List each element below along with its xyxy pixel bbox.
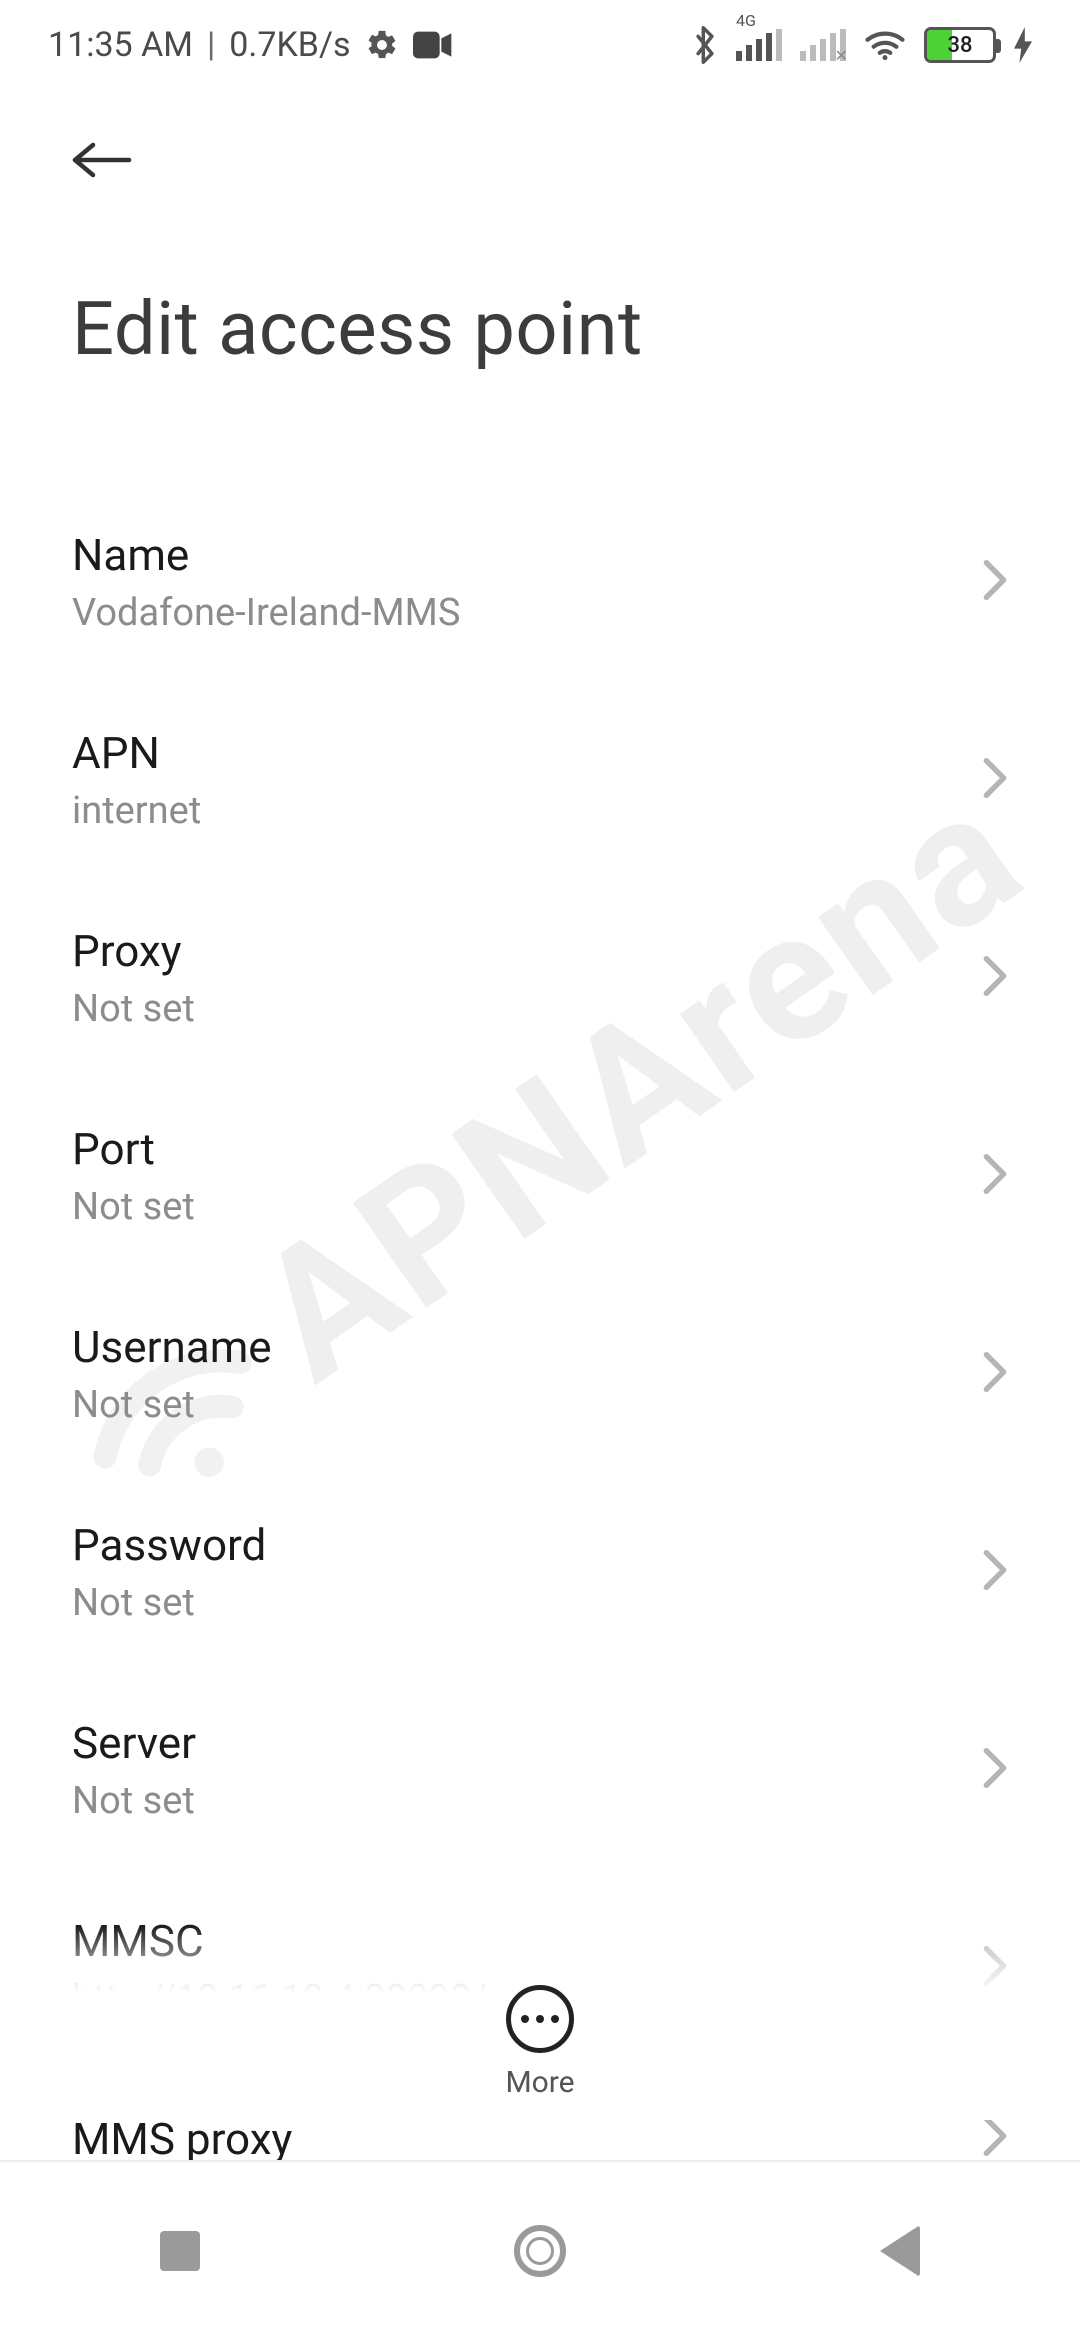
status-data-rate: 0.7KB/s xyxy=(229,25,350,65)
wifi-icon xyxy=(864,28,906,62)
signal-secondary: ✕ xyxy=(800,29,846,61)
signal-primary: 4G xyxy=(736,29,782,61)
status-separator: | xyxy=(207,25,215,65)
setting-label: Proxy xyxy=(72,925,1008,977)
system-nav-bar xyxy=(0,2160,1080,2340)
setting-label: Name xyxy=(72,529,1008,581)
signal-disabled-x-icon: ✕ xyxy=(835,46,848,65)
setting-label: Port xyxy=(72,1123,1008,1175)
battery-percent-text: 38 xyxy=(927,33,993,58)
page-title: Edit access point xyxy=(72,286,1008,373)
setting-port[interactable]: Port Not set xyxy=(72,1077,1008,1275)
setting-value: internet xyxy=(72,789,1008,833)
chevron-right-icon xyxy=(982,954,1008,1002)
more-button[interactable] xyxy=(506,1985,574,2053)
back-button[interactable] xyxy=(72,130,132,190)
setting-label: MMS proxy xyxy=(72,2113,1008,2165)
more-dots-icon xyxy=(521,2015,559,2023)
status-bar: 11:35 AM | 0.7KB/s 4G ✕ xyxy=(0,0,1080,90)
bluetooth-icon xyxy=(692,26,718,64)
chevron-right-icon xyxy=(982,1152,1008,1200)
more-label: More xyxy=(505,2065,574,2100)
chevron-right-icon xyxy=(982,558,1008,606)
setting-label: APN xyxy=(72,727,1008,779)
camera-icon xyxy=(413,31,453,59)
triangle-left-icon xyxy=(880,2225,920,2277)
setting-apn[interactable]: APN internet xyxy=(72,681,1008,879)
setting-value: Not set xyxy=(72,1581,1008,1625)
setting-value: Not set xyxy=(72,987,1008,1031)
chevron-right-icon xyxy=(982,2114,1008,2162)
nav-recent-apps-button[interactable] xyxy=(150,2221,210,2281)
chevron-right-icon xyxy=(982,1746,1008,1794)
setting-password[interactable]: Password Not set xyxy=(72,1473,1008,1671)
setting-value: Not set xyxy=(72,1779,1008,1823)
setting-label: Password xyxy=(72,1519,1008,1571)
chevron-right-icon xyxy=(982,756,1008,804)
setting-name[interactable]: Name Vodafone-Ireland-MMS xyxy=(72,483,1008,681)
setting-label: Server xyxy=(72,1717,1008,1769)
setting-value: Not set xyxy=(72,1383,1008,1427)
setting-proxy[interactable]: Proxy Not set xyxy=(72,879,1008,1077)
setting-value: Vodafone-Ireland-MMS xyxy=(72,591,1008,635)
signal-4g-label: 4G xyxy=(736,11,756,30)
battery-indicator: 38 xyxy=(924,27,996,63)
status-time: 11:35 AM xyxy=(48,25,193,65)
square-icon xyxy=(160,2231,200,2271)
chevron-right-icon xyxy=(982,1548,1008,1596)
charging-bolt-icon xyxy=(1014,27,1032,63)
circle-icon xyxy=(514,2225,566,2277)
arrow-left-icon xyxy=(72,138,132,182)
setting-server[interactable]: Server Not set xyxy=(72,1671,1008,1869)
settings-gear-icon xyxy=(365,28,399,62)
chevron-right-icon xyxy=(982,1350,1008,1398)
more-button-area: More xyxy=(0,1925,1080,2120)
setting-value: Not set xyxy=(72,1185,1008,1229)
setting-label: Username xyxy=(72,1321,1008,1373)
nav-home-button[interactable] xyxy=(510,2221,570,2281)
setting-username[interactable]: Username Not set xyxy=(72,1275,1008,1473)
nav-back-button[interactable] xyxy=(870,2221,930,2281)
